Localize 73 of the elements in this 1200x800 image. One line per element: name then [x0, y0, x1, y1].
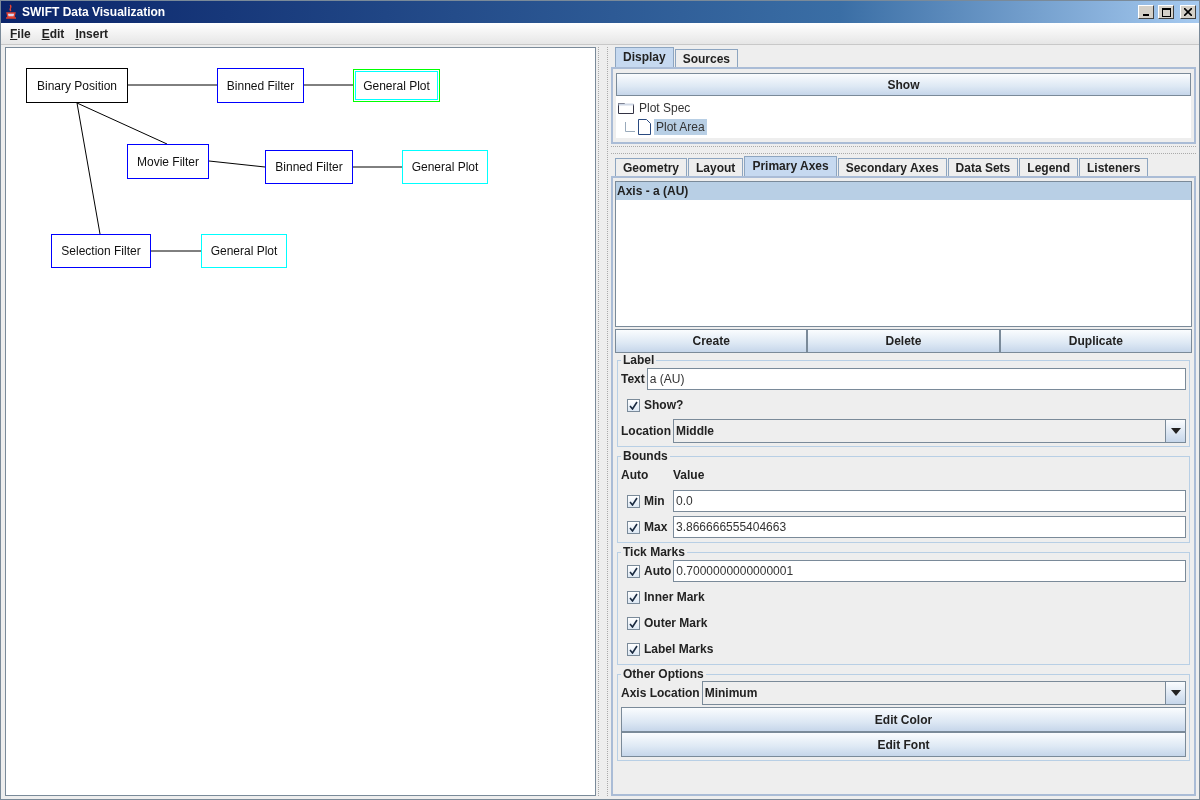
tab[interactable]: Geometry — [615, 158, 688, 176]
dropdown-value: Middle — [675, 424, 715, 438]
field-label: Axis Location — [621, 686, 700, 700]
dropdown[interactable]: Middle — [673, 419, 1186, 443]
action-button[interactable]: Edit Color — [621, 707, 1186, 732]
close-button[interactable] — [1180, 5, 1196, 19]
diagram-node[interactable]: Binned Filter — [265, 150, 353, 184]
app-icon — [4, 4, 18, 20]
tree-item[interactable]: Plot Spec — [637, 99, 693, 116]
diagram-node[interactable]: Binned Filter — [217, 68, 304, 103]
group-title: Label — [622, 353, 656, 367]
checkbox-label: Min — [644, 494, 666, 508]
dropdown[interactable]: Minimum — [701, 681, 1186, 705]
window-title: SWIFT Data Visualization — [22, 5, 167, 19]
checkbox[interactable] — [627, 642, 640, 656]
diagram-node[interactable]: Selection Filter — [51, 234, 151, 268]
dropdown-value: Minimum — [703, 686, 759, 700]
checkbox-label: Max — [644, 520, 669, 534]
tab[interactable]: Layout — [688, 158, 744, 176]
action-button[interactable]: Delete — [807, 329, 1000, 353]
group-title: Tick Marks — [622, 545, 686, 559]
value-field[interactable]: 3.866666555404663 — [673, 516, 1186, 538]
document-icon — [638, 118, 651, 135]
checkbox[interactable] — [627, 564, 640, 578]
tab[interactable]: Legend — [1019, 158, 1078, 176]
action-button[interactable]: Create — [615, 329, 808, 353]
tab[interactable]: Listeners — [1078, 158, 1149, 176]
checkbox[interactable] — [627, 494, 640, 508]
menu-item[interactable]: File — [5, 26, 37, 41]
close-icon — [1184, 8, 1192, 16]
connector-line — [352, 166, 403, 168]
group-title: Other Options — [622, 667, 705, 681]
tab[interactable]: Primary Axes — [744, 156, 837, 176]
checkbox-label: Label Marks — [644, 642, 714, 656]
value-field[interactable]: 0.7000000000000001 — [673, 560, 1186, 582]
menu-item[interactable]: Edit — [36, 26, 71, 41]
diagram-node[interactable]: General Plot — [402, 150, 488, 184]
column-header: Value — [673, 468, 705, 482]
diagram-node[interactable]: Binary Position — [26, 68, 128, 103]
diagram-node[interactable]: General Plot — [201, 234, 287, 268]
tab[interactable]: Data Sets — [947, 158, 1019, 176]
checkbox-label: Outer Mark — [644, 616, 708, 630]
diagram-node[interactable]: Movie Filter — [127, 144, 209, 179]
minimize-button[interactable] — [1138, 5, 1154, 19]
checkbox[interactable] — [627, 616, 640, 630]
checkbox-label: Auto — [644, 564, 672, 578]
tab[interactable]: Secondary Axes — [837, 158, 947, 176]
text-field[interactable]: a (AU) — [646, 368, 1186, 390]
menu-item[interactable]: Insert — [70, 26, 115, 41]
tab[interactable]: Sources — [674, 49, 739, 67]
list-item[interactable]: Axis - a (AU) — [616, 182, 1191, 200]
action-button[interactable]: Edit Font — [621, 732, 1186, 757]
tree-item[interactable]: Plot Area — [654, 118, 707, 135]
tree-connector — [625, 121, 635, 132]
connector-line — [208, 160, 266, 168]
connector-line — [150, 250, 202, 252]
action-button[interactable]: Duplicate — [999, 329, 1192, 353]
checkbox[interactable] — [627, 398, 640, 412]
maximize-icon — [1161, 7, 1171, 17]
column-header: Auto — [621, 468, 650, 482]
value-field[interactable]: 0.0 — [673, 490, 1186, 512]
checkbox-label: Inner Mark — [644, 590, 705, 604]
show-button[interactable]: Show — [616, 73, 1191, 96]
checkbox[interactable] — [627, 520, 640, 534]
diagram-node[interactable]: General Plot — [353, 69, 440, 102]
maximize-button[interactable] — [1158, 5, 1174, 19]
field-label: Location — [621, 424, 671, 438]
tab[interactable]: Display — [615, 47, 674, 67]
checkbox[interactable] — [627, 590, 640, 604]
checkbox-label: Show? — [644, 398, 684, 412]
group-title: Bounds — [622, 449, 669, 463]
field-label: Text — [621, 372, 645, 386]
connector-line — [303, 84, 354, 86]
